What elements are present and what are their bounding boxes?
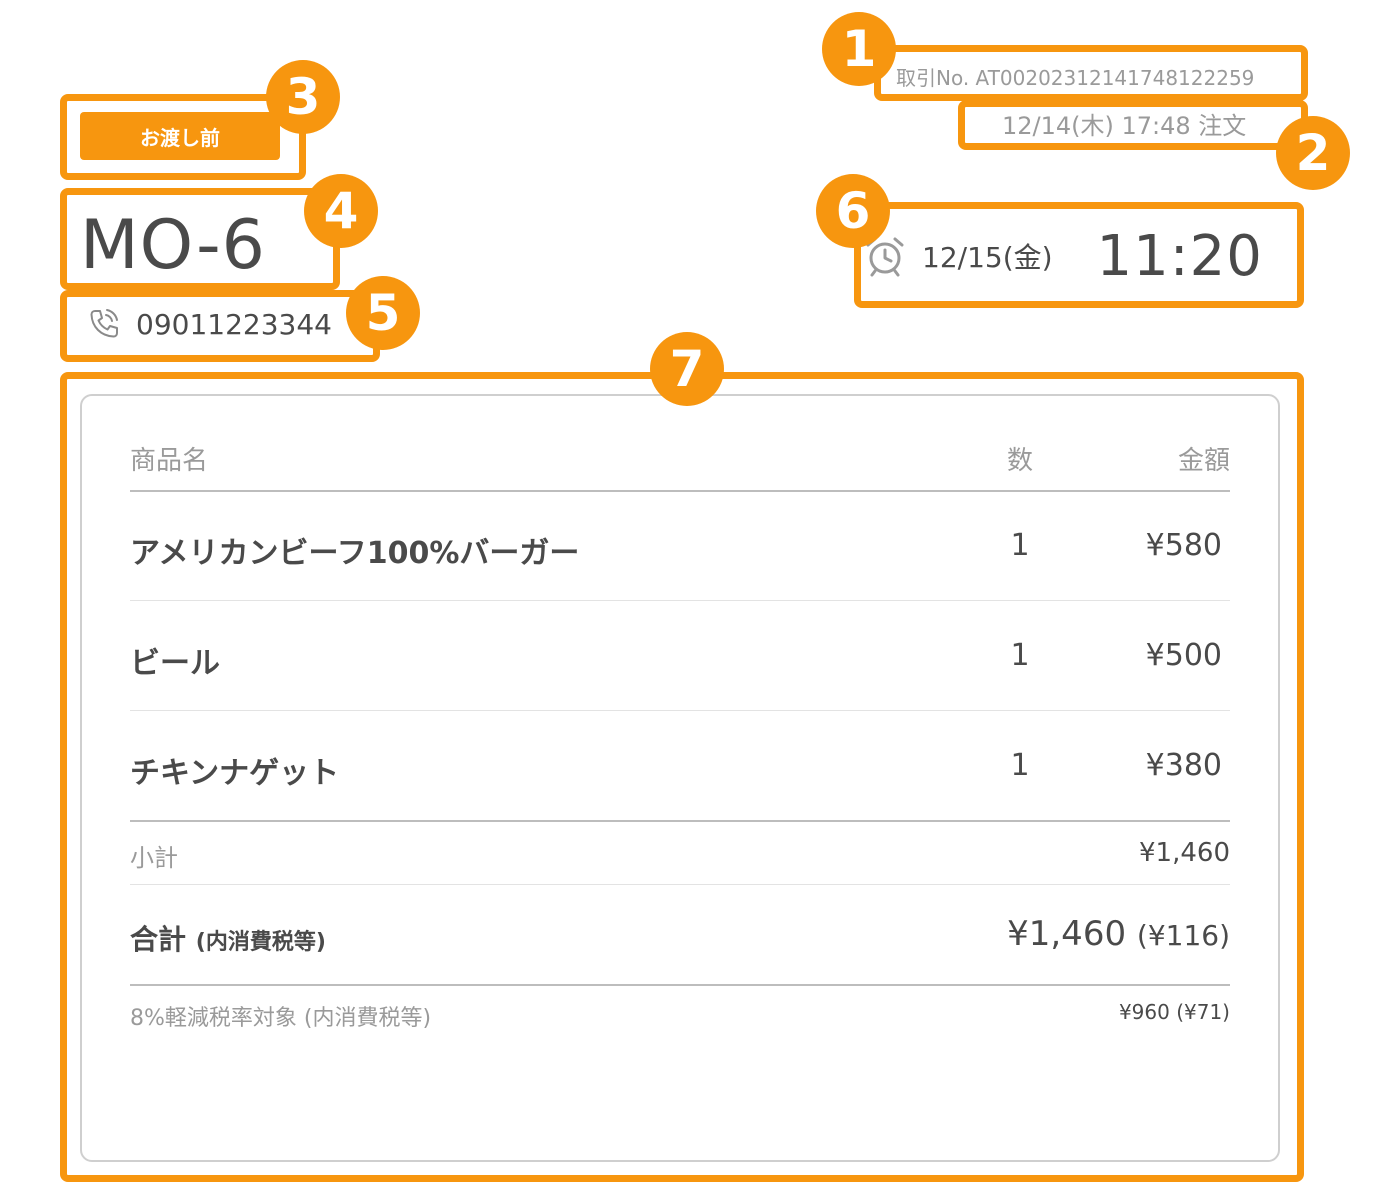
callout-7: 7: [650, 332, 724, 406]
callout-4: 4: [304, 174, 378, 248]
highlight-box-2: [958, 100, 1308, 150]
highlight-box-7: [60, 372, 1304, 1182]
callout-6: 6: [816, 174, 890, 248]
callout-2: 2: [1276, 116, 1350, 190]
highlight-box-4: [60, 188, 340, 290]
highlight-box-5: [60, 290, 380, 362]
callout-3: 3: [266, 60, 340, 134]
callout-1: 1: [822, 12, 896, 86]
callout-5: 5: [346, 276, 420, 350]
highlight-box-6: [854, 202, 1304, 308]
highlight-box-1: [874, 45, 1308, 101]
